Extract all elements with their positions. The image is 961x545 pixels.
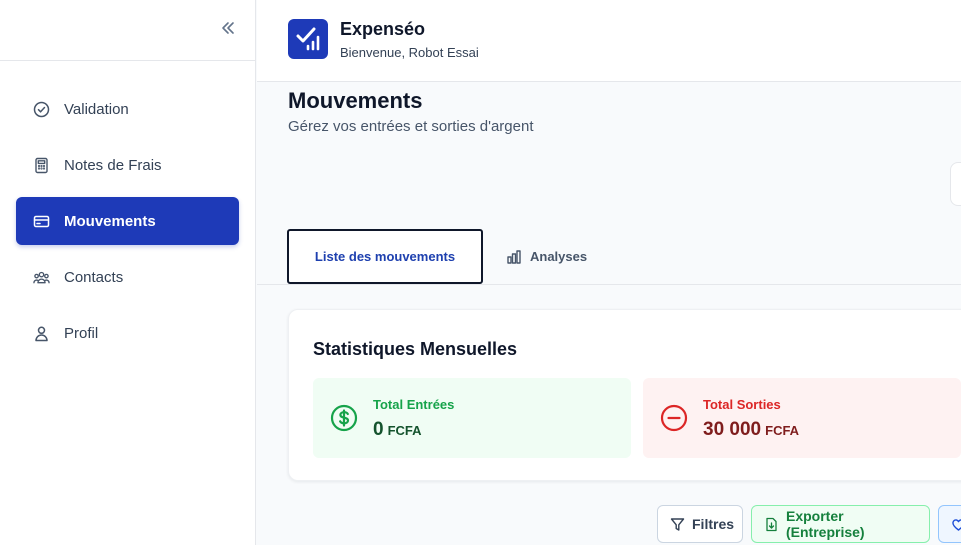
expense-value: 30 000: [703, 419, 762, 440]
monthly-stats-card: Statistiques Mensuelles Total Entrées 0F…: [288, 309, 961, 481]
tab-label: Analyses: [530, 249, 588, 264]
app-header: Expenséo Bienvenue, Robot Essai: [257, 0, 961, 82]
clipped-action-button[interactable]: [950, 162, 961, 206]
check-circle-icon: [33, 101, 50, 118]
total-expense-stat: Total Sorties 30 000 FCFA: [643, 378, 961, 458]
income-amount: 0 FCFA: [373, 419, 422, 441]
users-icon: [33, 269, 50, 286]
tab-label: Liste des mouvements: [314, 249, 456, 264]
sidebar-item-mouvements[interactable]: Mouvements: [16, 197, 239, 245]
filters-label: Filtres: [692, 516, 735, 532]
credit-card-icon: [33, 213, 50, 230]
filters-button[interactable]: Filtres: [657, 505, 743, 543]
expense-unit: FCFA: [765, 423, 800, 438]
page-title: Mouvements: [288, 88, 423, 113]
dollar-circle-icon: [330, 404, 358, 432]
welcome-text: Bienvenue, Robot Essai: [340, 45, 479, 60]
favorite-button[interactable]: [938, 505, 961, 543]
sidebar: Validation Notes de Frais Mouvements Con…: [0, 0, 256, 545]
export-button[interactable]: Exporter (Entreprise): [751, 505, 930, 543]
heart-icon: [951, 517, 961, 532]
sidebar-item-validation[interactable]: Validation: [16, 85, 239, 133]
sidebar-nav: Validation Notes de Frais Mouvements Con…: [16, 85, 239, 365]
app-name: Expenséo: [340, 19, 426, 39]
sidebar-item-notes-de-frais[interactable]: Notes de Frais: [16, 141, 239, 189]
sidebar-item-label: Validation: [64, 100, 129, 118]
filter-icon: [670, 517, 685, 532]
sidebar-header: [0, 0, 255, 61]
check-chart-logo-icon: [288, 19, 328, 59]
page-subtitle: Gérez vos entrées et sorties d'argent: [288, 118, 534, 135]
file-download-icon: [764, 517, 779, 532]
chevrons-left-icon[interactable]: [218, 18, 238, 38]
calculator-icon: [33, 157, 50, 174]
tab-analyses[interactable]: Analyses: [506, 229, 587, 284]
sidebar-item-profil[interactable]: Profil: [16, 309, 239, 357]
sidebar-item-label: Contacts: [64, 268, 124, 286]
bar-chart-icon: [506, 249, 522, 265]
income-value: 0: [373, 419, 384, 440]
minus-circle-icon: [660, 404, 688, 432]
sidebar-item-label: Profil: [64, 324, 99, 342]
expense-label: Total Sorties: [703, 397, 781, 412]
tab-liste-des-mouvements[interactable]: Liste des mouvements: [287, 229, 483, 284]
sidebar-item-contacts[interactable]: Contacts: [16, 253, 239, 301]
sidebar-item-label: Mouvements: [64, 212, 156, 230]
sidebar-item-label: Notes de Frais: [64, 156, 162, 174]
stats-title: Statistiques Mensuelles: [313, 339, 518, 359]
income-unit: FCFA: [387, 423, 422, 438]
export-label: Exporter (Entreprise): [786, 508, 865, 540]
expense-amount: 30 000 FCFA: [703, 419, 799, 441]
user-icon: [33, 325, 50, 342]
tabs-divider: [257, 284, 961, 285]
income-label: Total Entrées: [373, 397, 455, 412]
total-income-stat: Total Entrées 0 FCFA: [313, 378, 631, 458]
